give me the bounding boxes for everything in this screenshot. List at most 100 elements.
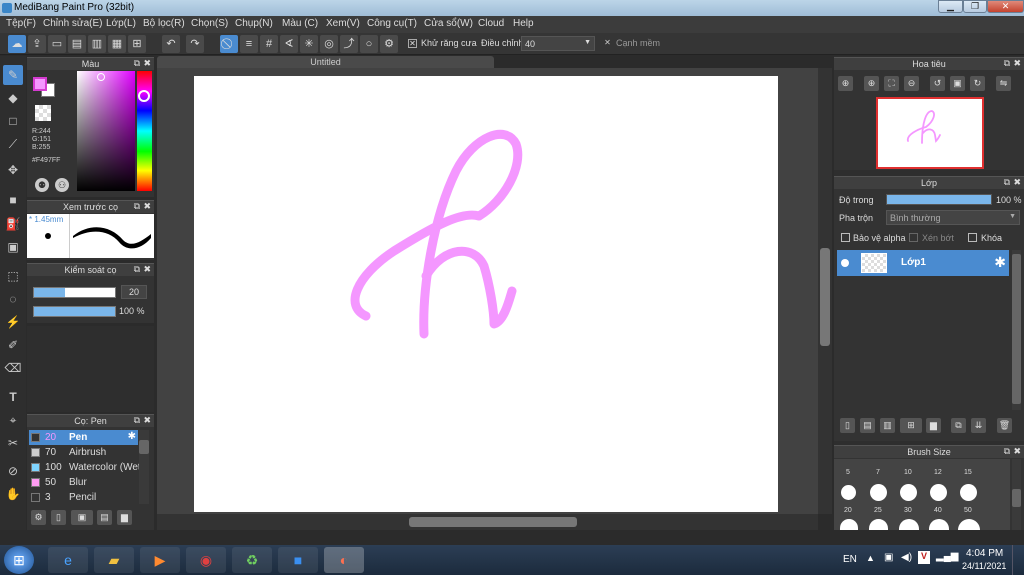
close-icon[interactable]: ✖ — [1013, 177, 1021, 188]
duplicate-layer-icon[interactable]: ⧉ — [951, 418, 966, 433]
layer-scroll-thumb[interactable] — [1012, 254, 1021, 404]
rect-select-icon[interactable]: ⬚ — [3, 266, 23, 286]
protect-alpha-checkbox[interactable] — [841, 233, 850, 242]
page-icon[interactable]: ▤ — [68, 35, 86, 53]
size-20[interactable]: 20 — [844, 507, 852, 514]
magic-wand-icon[interactable]: ⚡ — [3, 312, 23, 332]
medibang-taskbar-icon[interactable]: ◐ — [324, 547, 364, 573]
size-dot-row3[interactable] — [958, 519, 980, 530]
size-dot-50[interactable] — [960, 484, 977, 501]
size-dot-row3[interactable] — [840, 519, 858, 530]
popout-icon[interactable]: ⧉ — [1004, 58, 1010, 69]
rotate-left-icon[interactable]: ↺ — [930, 76, 945, 91]
size-15[interactable]: 15 — [964, 469, 972, 476]
tray-expand-icon[interactable]: ▲ — [866, 553, 875, 563]
reset-view-icon[interactable]: ▣ — [950, 76, 965, 91]
menu-select[interactable]: Chọn(S) — [191, 18, 228, 29]
v-scroll-thumb[interactable] — [820, 248, 830, 346]
parallel-snap-icon[interactable]: ≡ — [240, 35, 258, 53]
primary-color-swatch[interactable] — [33, 77, 47, 91]
close-icon[interactable]: ✖ — [143, 58, 151, 69]
popout-icon[interactable]: ⧉ — [1004, 177, 1010, 188]
zoom-out-icon[interactable]: ⊖ — [904, 76, 919, 91]
menu-color[interactable]: Màu (C) — [282, 18, 318, 29]
palette-icon[interactable]: ⚉ — [35, 178, 49, 192]
dot-tool-icon[interactable]: □ — [3, 111, 23, 131]
tray-app-icon[interactable]: ▣ — [884, 552, 893, 563]
select-pen-tool-icon[interactable]: ✐ — [3, 335, 23, 355]
size-dot-row3[interactable] — [869, 519, 888, 530]
close-icon[interactable]: ✖ — [1013, 58, 1021, 69]
antialias-checkbox[interactable]: ✕ — [408, 39, 417, 48]
layer-scrollbar[interactable] — [1012, 250, 1021, 410]
gradient-tool-icon[interactable]: ▣ — [3, 237, 23, 257]
bucket-tool-icon[interactable]: ⛽ — [3, 214, 23, 234]
close-icon[interactable]: ✖ — [143, 201, 151, 212]
comment-icon[interactable]: ▭ — [48, 35, 66, 53]
h-scroll-thumb[interactable] — [409, 517, 577, 527]
size-25[interactable]: 25 — [874, 507, 882, 514]
signal-icon[interactable]: ▂▄▆ — [936, 551, 958, 562]
size-12[interactable]: 12 — [934, 469, 942, 476]
canvas-paper[interactable] — [194, 76, 778, 512]
popout-icon[interactable]: ⧉ — [1004, 446, 1010, 457]
browser-ie-icon[interactable]: e — [48, 547, 88, 573]
redo-icon[interactable]: ↷ — [186, 35, 204, 53]
canvas-area[interactable] — [157, 68, 818, 514]
size-7[interactable]: 7 — [876, 469, 880, 476]
divide-tool-icon[interactable]: ✂ — [3, 433, 23, 453]
brush-item-airbrush[interactable]: 70 Airbrush — [29, 445, 149, 460]
start-button[interactable]: ⊞ — [4, 546, 34, 574]
gear-icon[interactable]: ✱ — [994, 254, 1006, 271]
visibility-icon[interactable] — [841, 259, 849, 267]
radial-icon[interactable]: ✳ — [300, 35, 318, 53]
popout-icon[interactable]: ⧉ — [134, 415, 140, 426]
brush-size-scrollbar[interactable] — [1012, 459, 1021, 530]
menu-filter[interactable]: Bộ lọc(R) — [143, 18, 185, 29]
text-tool-icon[interactable]: T — [3, 387, 23, 407]
gear-icon[interactable]: ✱ — [128, 431, 136, 442]
select-eraser-icon[interactable]: ⌫ — [3, 358, 23, 378]
horizontal-scrollbar[interactable] — [157, 514, 818, 530]
eyedropper-icon[interactable]: ⊘ — [3, 461, 23, 481]
add-brush-icon[interactable]: ⚙ — [31, 510, 46, 525]
size-slider[interactable] — [33, 287, 116, 298]
document-icon[interactable]: ▥ — [88, 35, 106, 53]
curve-icon[interactable]: ⤴ — [340, 35, 358, 53]
minimize-button[interactable]: ▁ — [938, 0, 963, 13]
menu-capture[interactable]: Chụp(N) — [235, 18, 273, 29]
menu-file[interactable]: Tệp(F) — [6, 18, 36, 29]
brush-item-pencil[interactable]: 3 Pencil — [29, 490, 149, 505]
brush-list-scrollbar[interactable] — [139, 430, 149, 504]
new-layer-icon[interactable]: ▯ — [840, 418, 855, 433]
brush-options-icon[interactable]: ▣ — [71, 510, 93, 525]
layer-opacity-slider[interactable] — [886, 194, 992, 205]
menu-cloud[interactable]: Cloud — [478, 18, 504, 29]
delete-layer-icon[interactable]: 🗑 — [997, 418, 1012, 433]
adjust-select[interactable]: 40 ▼ — [521, 36, 595, 51]
copy-brush-icon[interactable]: ▤ — [97, 510, 112, 525]
popout-icon[interactable]: ⧉ — [134, 58, 140, 69]
cloud-icon[interactable]: ☁ — [8, 35, 26, 53]
close-icon[interactable]: ✖ — [143, 415, 151, 426]
navigator-thumbnail[interactable] — [876, 97, 984, 169]
transparent-color-swatch[interactable] — [35, 105, 51, 121]
menu-view[interactable]: Xem(V) — [326, 18, 360, 29]
blend-mode-select[interactable]: Bình thường ▼ — [886, 210, 1020, 225]
close-icon[interactable]: ✖ — [1013, 446, 1021, 457]
language-indicator[interactable]: EN — [843, 554, 857, 565]
size-40[interactable]: 40 — [934, 507, 942, 514]
circle-snap-icon[interactable]: ○ — [360, 35, 378, 53]
clock-date[interactable]: 24/11/2021 — [962, 561, 1006, 571]
share-icon[interactable]: ⇪ — [28, 35, 46, 53]
brush-tool-icon[interactable]: ✎ — [3, 65, 23, 85]
popout-icon[interactable]: ⧉ — [134, 201, 140, 212]
rotate-right-icon[interactable]: ↻ — [970, 76, 985, 91]
menu-help[interactable]: Help — [513, 18, 534, 29]
grid-icon[interactable]: ▦ — [108, 35, 126, 53]
flip-icon[interactable]: ⇋ — [996, 76, 1011, 91]
folder-icon[interactable]: ▆ — [926, 418, 941, 433]
eraser-tool-icon[interactable]: ◆ — [3, 88, 23, 108]
zoom-in-icon[interactable]: ⊕ — [838, 76, 853, 91]
antivirus-icon[interactable]: V — [918, 551, 930, 564]
